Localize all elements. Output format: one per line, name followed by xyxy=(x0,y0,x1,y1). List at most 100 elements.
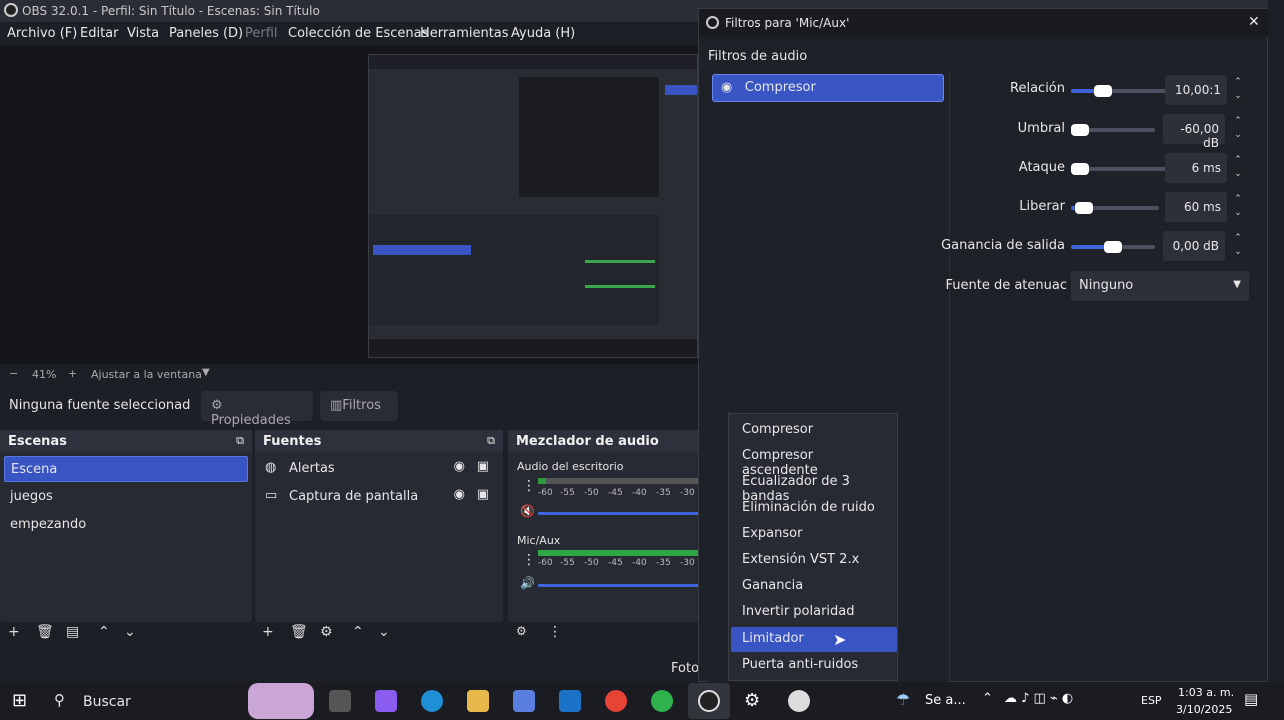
language-indicator[interactable]: ESP xyxy=(1141,694,1162,707)
taskbar-search[interactable]: ⚲ Buscar xyxy=(46,684,236,718)
eye-icon[interactable]: ◉ xyxy=(454,487,465,502)
move-down-icon[interactable]: ⌄ xyxy=(124,624,136,640)
muted-speaker-icon[interactable]: 🔇 xyxy=(520,504,535,518)
menu-editar[interactable]: Editar xyxy=(80,26,119,41)
weather-icon[interactable]: ☂ xyxy=(896,690,910,709)
undock-icon[interactable]: ⧉ xyxy=(487,434,495,448)
menu-herramientas[interactable]: Herramientas xyxy=(420,26,509,41)
app-icon[interactable] xyxy=(788,690,810,712)
lock-icon[interactable]: ▣ xyxy=(477,459,489,474)
undock-icon[interactable]: ⧉ xyxy=(236,434,244,448)
store-icon[interactable] xyxy=(513,690,535,712)
spin-arrows[interactable]: ⌃ ⌄ xyxy=(1229,75,1247,105)
speaker-icon[interactable]: 🔊 xyxy=(520,576,535,590)
scene-item[interactable]: Escena xyxy=(4,456,248,482)
spin-arrows[interactable]: ⌃ ⌄ xyxy=(1229,231,1247,261)
gear-icon[interactable]: ⚙ xyxy=(320,624,333,640)
spin-arrows[interactable]: ⌃ ⌄ xyxy=(1229,192,1247,222)
menu-item[interactable]: Extensión VST 2.x xyxy=(731,548,897,573)
scene-item[interactable]: juegos xyxy=(4,484,248,510)
tray-icons[interactable]: ☁ ♪ ◫ ⌁ ◐ xyxy=(1004,691,1073,706)
menu-paneles[interactable]: Paneles (D) xyxy=(169,26,243,41)
copilot-icon[interactable] xyxy=(375,690,397,712)
ratio-slider[interactable] xyxy=(1071,85,1169,97)
properties-button[interactable]: ⚙ Propiedades xyxy=(201,391,313,428)
spin-arrows[interactable]: ⌃ ⌄ xyxy=(1229,114,1247,144)
eye-icon[interactable]: ◉ xyxy=(721,80,732,95)
threshold-spinbox[interactable]: -60,00 dB xyxy=(1163,114,1225,150)
menu-coleccion-escenas[interactable]: Colección de Escenas xyxy=(288,26,428,41)
settings-gear-icon[interactable]: ⚙ xyxy=(744,690,760,711)
lock-icon[interactable]: ▣ xyxy=(477,487,489,502)
kebab-icon[interactable]: ⋮ xyxy=(522,478,536,494)
source-item-captura[interactable]: ▭ Captura de pantalla ◉ ▣ xyxy=(259,484,499,510)
source-label: Alertas xyxy=(289,461,335,476)
release-spinbox[interactable]: 60 ms xyxy=(1165,192,1227,222)
filters-label: Filtros xyxy=(342,398,381,413)
weather-text[interactable]: Se a... xyxy=(925,693,966,708)
move-up-icon[interactable]: ⌃ xyxy=(98,624,110,640)
add-icon[interactable]: + xyxy=(8,624,20,640)
release-slider[interactable] xyxy=(1071,202,1159,214)
volume-slider[interactable] xyxy=(538,512,698,515)
attack-slider[interactable] xyxy=(1071,163,1169,175)
obs-taskbar-button[interactable] xyxy=(688,683,730,719)
zoom-in-button[interactable]: + xyxy=(68,367,77,380)
scene-item[interactable]: empezando xyxy=(4,512,248,538)
move-down-icon[interactable]: ⌄ xyxy=(378,624,390,640)
zoom-out-button[interactable]: − xyxy=(9,367,18,380)
output-gain-slider[interactable] xyxy=(1071,241,1155,253)
advanced-audio-icon[interactable]: ⚙ xyxy=(516,624,527,638)
tray-expand-icon[interactable]: ⌃ xyxy=(982,691,993,706)
menu-item[interactable]: Compresor ascendente xyxy=(731,444,897,478)
menu-item[interactable]: Puerta anti-ruidos xyxy=(731,653,897,678)
edge-icon[interactable] xyxy=(421,690,443,712)
windows-start-icon[interactable]: ⊞ xyxy=(12,690,27,711)
filter-icon[interactable]: ▤ xyxy=(66,624,79,640)
outlook-icon[interactable] xyxy=(559,690,581,712)
menu-ayuda[interactable]: Ayuda (H) xyxy=(511,26,575,41)
ratio-spinbox[interactable]: 10,00:1 xyxy=(1165,75,1227,105)
chrome-icon[interactable] xyxy=(605,690,627,712)
spin-arrows[interactable]: ⌃ ⌄ xyxy=(1229,153,1247,183)
menu-item[interactable]: Ecualizador de 3 bandas xyxy=(731,470,897,504)
kebab-icon[interactable]: ⋮ xyxy=(522,552,536,568)
zoom-value: 41% xyxy=(32,368,57,381)
fit-window-select[interactable]: Ajustar a la ventana xyxy=(91,368,202,381)
add-icon[interactable]: + xyxy=(262,624,274,640)
sidechain-source-select[interactable]: Ninguno ▼ xyxy=(1071,271,1249,301)
source-label: Captura de pantalla xyxy=(289,489,419,504)
output-gain-spinbox[interactable]: 0,00 dB xyxy=(1163,231,1225,261)
filter-item-compresor[interactable]: ◉ Compresor xyxy=(712,74,944,102)
menu-item[interactable]: Ganancia xyxy=(731,574,897,599)
clock-date[interactable]: 3/10/2025 xyxy=(1176,703,1232,716)
move-up-icon[interactable]: ⌃ xyxy=(352,624,364,640)
whatsapp-icon[interactable] xyxy=(651,690,673,712)
clock-time[interactable]: 1:03 a. m. xyxy=(1178,686,1234,699)
filters-button[interactable]: ▥Filtros xyxy=(320,391,398,421)
menu-perfil[interactable]: Perfil xyxy=(245,26,278,41)
menu-item[interactable]: Expansor xyxy=(731,522,897,547)
trash-icon[interactable]: 🗑 xyxy=(36,624,54,640)
notification-icon[interactable]: ▤ xyxy=(1244,690,1258,708)
menu-item[interactable]: Compresor xyxy=(731,418,897,443)
menu-archivo[interactable]: Archivo (F) xyxy=(7,26,77,41)
eye-icon[interactable]: ◉ xyxy=(454,459,465,474)
task-view-icon[interactable] xyxy=(329,690,351,712)
gear-icon: ⚙ xyxy=(211,398,223,413)
close-icon[interactable]: ✕ xyxy=(1248,14,1260,30)
sources-title: Fuentes ⧉ xyxy=(255,430,503,452)
attack-spinbox[interactable]: 6 ms xyxy=(1165,153,1227,183)
menu-item[interactable]: Invertir polaridad xyxy=(731,600,897,625)
source-item-alertas[interactable]: ◍ Alertas ◉ ▣ xyxy=(259,456,499,482)
menu-item[interactable]: Eliminación de ruido xyxy=(731,496,897,521)
threshold-slider[interactable] xyxy=(1071,124,1155,136)
widgets-icon[interactable] xyxy=(248,683,314,719)
menu-item-selected[interactable]: Limitador xyxy=(731,627,897,652)
file-explorer-icon[interactable] xyxy=(467,690,489,712)
trash-icon[interactable]: 🗑 xyxy=(290,624,308,640)
fit-dropdown-icon[interactable]: ▼ xyxy=(202,367,210,378)
menu-vista[interactable]: Vista xyxy=(127,26,159,41)
kebab-icon[interactable]: ⋮ xyxy=(548,624,562,640)
volume-slider[interactable] xyxy=(538,584,698,587)
